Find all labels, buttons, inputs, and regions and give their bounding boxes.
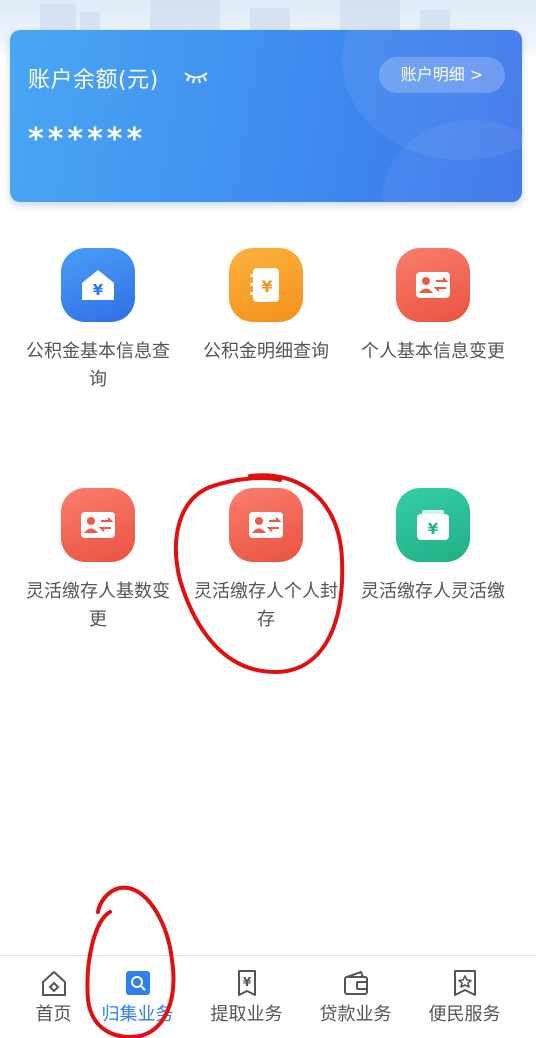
tab-label: 便民服务 <box>428 1004 501 1025</box>
service-personal-info-change[interactable]: 个人基本信息变更 <box>358 248 508 366</box>
service-provident-fund-detail[interactable]: ¥ 公积金明细查询 <box>191 248 341 366</box>
tab-label: 提取业务 <box>210 1004 283 1025</box>
wallet-yuan-icon: ¥ <box>396 488 470 562</box>
eye-closed-icon[interactable] <box>183 68 209 86</box>
svg-text:¥: ¥ <box>261 277 272 296</box>
tab-convenience-services[interactable]: 便民服务 <box>411 956 518 1038</box>
account-detail-button[interactable]: 账户明细 > <box>379 57 505 93</box>
svg-text:¥: ¥ <box>242 975 251 989</box>
tab-withdrawal[interactable]: ¥ 提取业务 <box>193 956 300 1038</box>
service-label: 公积金基本信息查询 <box>26 341 170 390</box>
service-flexible-base-change[interactable]: 灵活缴存人基数变更 <box>23 488 173 634</box>
document-yuan-icon: ¥ <box>237 970 256 996</box>
tab-loan[interactable]: 贷款业务 <box>302 956 409 1038</box>
tab-label: 归集业务 <box>101 1004 174 1025</box>
id-card-swap-icon <box>396 248 470 322</box>
search-icon <box>125 971 150 995</box>
star-badge-icon <box>453 970 476 996</box>
house-yuan-icon: ¥ <box>61 248 135 322</box>
notebook-yuan-icon: ¥ <box>229 248 303 322</box>
masked-balance: ****** <box>28 122 147 157</box>
bottom-tab-bar: 首页 归集业务 ¥ 提取业务 贷款业务 便民服务 <box>0 955 536 1038</box>
svg-text:¥: ¥ <box>428 520 439 538</box>
id-card-swap-icon <box>229 488 303 562</box>
tab-collection[interactable]: 归集业务 <box>84 956 191 1038</box>
service-label: 灵活缴存人基数变更 <box>26 581 170 630</box>
service-flexible-payment[interactable]: ¥ 灵活缴存人灵活缴 <box>358 488 508 606</box>
id-card-swap-icon <box>61 488 135 562</box>
service-flexible-personal-seal[interactable]: 灵活缴存人个人封存 <box>191 488 341 634</box>
service-provident-fund-info[interactable]: ¥ 公积金基本信息查询 <box>23 248 173 394</box>
service-label: 个人基本信息变更 <box>361 341 505 362</box>
home-icon <box>41 971 66 996</box>
service-label: 灵活缴存人个人封存 <box>194 581 338 630</box>
service-label: 灵活缴存人灵活缴 <box>361 581 505 602</box>
tab-label: 贷款业务 <box>319 1004 392 1025</box>
svg-text:¥: ¥ <box>93 281 104 299</box>
balance-title: 账户余额(元) <box>28 68 159 93</box>
balance-card: 账户余额(元) 账户明细 > ****** <box>10 30 522 202</box>
service-label: 公积金明细查询 <box>203 341 329 362</box>
wallet-icon <box>343 970 368 995</box>
